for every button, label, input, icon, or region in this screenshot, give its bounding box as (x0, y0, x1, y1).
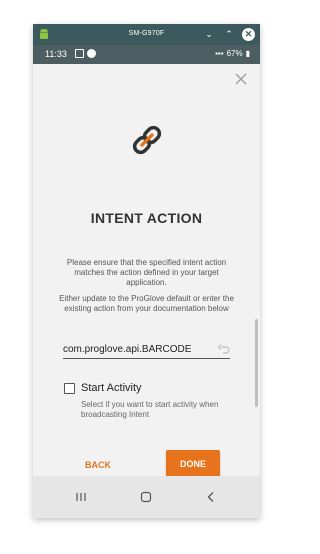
description-text: Please ensure that the specified intent … (66, 258, 227, 287)
battery-icon: ▮ (245, 49, 250, 58)
gallery-notification-icon (75, 49, 84, 58)
back-button[interactable]: BACK (73, 456, 123, 474)
signal-icon: ▪▪▪ (215, 49, 224, 58)
intent-action-dialog: INTENT ACTION Please ensure that the spe… (33, 64, 260, 511)
navigation-bar (33, 476, 260, 518)
back-chevron-icon (207, 492, 214, 502)
home-icon (140, 491, 152, 503)
recents-icon (76, 493, 86, 501)
system-icons: ▪▪▪ 67% ▮ (215, 49, 250, 58)
notification-icons (75, 49, 96, 58)
window-titlebar: SM-G970F ⌄ ⌃ ✕ (33, 24, 260, 45)
status-time: 11:33 (45, 49, 67, 59)
intent-action-input[interactable] (63, 342, 213, 357)
scrollbar[interactable] (255, 319, 258, 407)
close-icon[interactable] (234, 72, 248, 86)
done-button[interactable]: DONE (166, 450, 220, 478)
window-close-button[interactable]: ✕ (242, 27, 255, 41)
instruction-text: Either update to the ProGlove default or… (59, 294, 234, 313)
start-activity-hint: Select if you want to start activity whe… (81, 400, 219, 419)
status-bar: 11:33 ▪▪▪ 67% ▮ (33, 45, 260, 64)
recent-apps-button[interactable] (71, 488, 91, 506)
battery-percent: 67% (226, 49, 243, 58)
link-icon (132, 125, 162, 155)
intent-action-field (63, 342, 230, 359)
back-nav-button[interactable] (201, 488, 221, 506)
home-button[interactable] (136, 488, 156, 506)
start-activity-checkbox[interactable] (64, 383, 75, 394)
maximize-button[interactable]: ⌃ (222, 27, 236, 41)
minimize-button[interactable]: ⌄ (202, 27, 216, 41)
start-activity-option[interactable]: Start Activity (64, 382, 244, 396)
message-notification-icon (87, 49, 96, 58)
undo-icon[interactable] (218, 344, 230, 354)
start-activity-label: Start Activity (81, 382, 142, 394)
device-window: SM-G970F ⌄ ⌃ ✕ 11:33 ▪▪▪ 67% ▮ INTENT AC… (33, 24, 260, 518)
page-title: INTENT ACTION (90, 210, 203, 226)
